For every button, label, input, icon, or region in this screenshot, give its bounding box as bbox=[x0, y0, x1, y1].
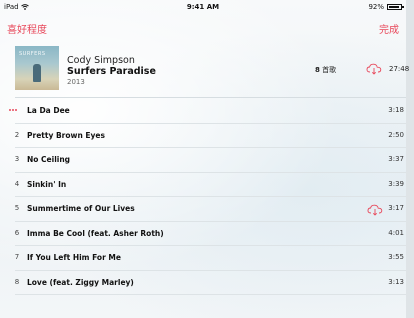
track-title: No Ceiling bbox=[27, 155, 71, 164]
album-art-lettering: SURFERS bbox=[19, 51, 46, 57]
track-number: 7 bbox=[14, 253, 20, 261]
track-duration: 3:55 bbox=[388, 253, 404, 261]
nav-bar: 喜好程度 完成 bbox=[0, 18, 406, 40]
track-row[interactable]: 3 No Ceiling 3:37 bbox=[15, 148, 406, 173]
track-duration: 2:50 bbox=[388, 130, 404, 139]
track-title: Imma Be Cool (feat. Asher Roth) bbox=[27, 228, 164, 238]
track-title: Summertime of Our Lives bbox=[27, 204, 135, 213]
track-title: La Da Dee bbox=[27, 106, 70, 115]
track-number: 4 bbox=[14, 179, 20, 188]
status-bar: iPad 9:41 AM 92% bbox=[0, 0, 406, 14]
battery-indicator: 92% bbox=[368, 3, 404, 11]
now-playing-icon bbox=[9, 109, 17, 111]
download-album-cloud-icon[interactable] bbox=[366, 60, 382, 75]
track-row[interactable]: 4 Sinkin' In 3:39 bbox=[14, 173, 406, 197]
song-count-number: 8 bbox=[315, 66, 320, 74]
battery-icon bbox=[387, 4, 404, 10]
track-row[interactable]: 8 Love (feat. Ziggy Marley) 3:13 bbox=[14, 271, 406, 295]
track-title: Pretty Brown Eyes bbox=[27, 130, 105, 140]
track-title: If You Left Him For Me bbox=[27, 253, 121, 262]
track-list: La Da Dee 3:18 2 Pretty Brown Eyes 2:50 3 No C… bbox=[0, 99, 406, 295]
track-row[interactable]: 5 Summertime of Our Lives 3:17 bbox=[15, 197, 406, 222]
track-title: Love (feat. Ziggy Marley) bbox=[27, 277, 134, 287]
song-count: 8 首歌 bbox=[315, 65, 336, 75]
track-duration: 3:39 bbox=[388, 179, 404, 188]
album-year: 2013 bbox=[67, 78, 85, 86]
album-art-figure bbox=[33, 64, 41, 82]
track-duration: 3:18 bbox=[388, 106, 404, 114]
song-count-unit: 首歌 bbox=[322, 66, 337, 74]
album-artwork: SURFERS bbox=[15, 46, 59, 90]
done-button[interactable]: 完成 bbox=[379, 21, 399, 36]
track-number: 5 bbox=[14, 204, 20, 212]
track-number: 8 bbox=[14, 277, 20, 286]
rating-button[interactable]: 喜好程度 bbox=[7, 21, 47, 36]
track-row[interactable]: 6 Imma Be Cool (feat. Asher Roth) 4:01 bbox=[14, 222, 406, 246]
status-time: 9:41 AM bbox=[186, 3, 220, 11]
track-number: 3 bbox=[14, 155, 20, 163]
track-row[interactable]: 7 If You Left Him For Me 3:55 bbox=[15, 246, 406, 271]
track-number: 6 bbox=[14, 228, 20, 237]
header-divider bbox=[15, 97, 406, 98]
track-title: Sinkin' In bbox=[27, 179, 67, 189]
track-number: 2 bbox=[14, 130, 20, 139]
track-duration: 4:01 bbox=[388, 228, 404, 237]
track-duration: 3:13 bbox=[388, 277, 404, 286]
download-cloud-icon[interactable] bbox=[367, 201, 383, 216]
album-artist: Cody Simpson bbox=[67, 55, 135, 66]
battery-fill bbox=[389, 6, 400, 8]
battery-percent: 92% bbox=[368, 3, 384, 11]
track-row[interactable]: La Da Dee 3:18 bbox=[9, 99, 406, 124]
track-duration: 3:17 bbox=[388, 204, 404, 212]
album-title: Surfers Paradise bbox=[67, 66, 156, 77]
track-row[interactable]: 2 Pretty Brown Eyes 2:50 bbox=[14, 124, 406, 148]
track-duration: 3:37 bbox=[388, 155, 404, 163]
album-total-duration: 27:48 bbox=[389, 65, 410, 73]
